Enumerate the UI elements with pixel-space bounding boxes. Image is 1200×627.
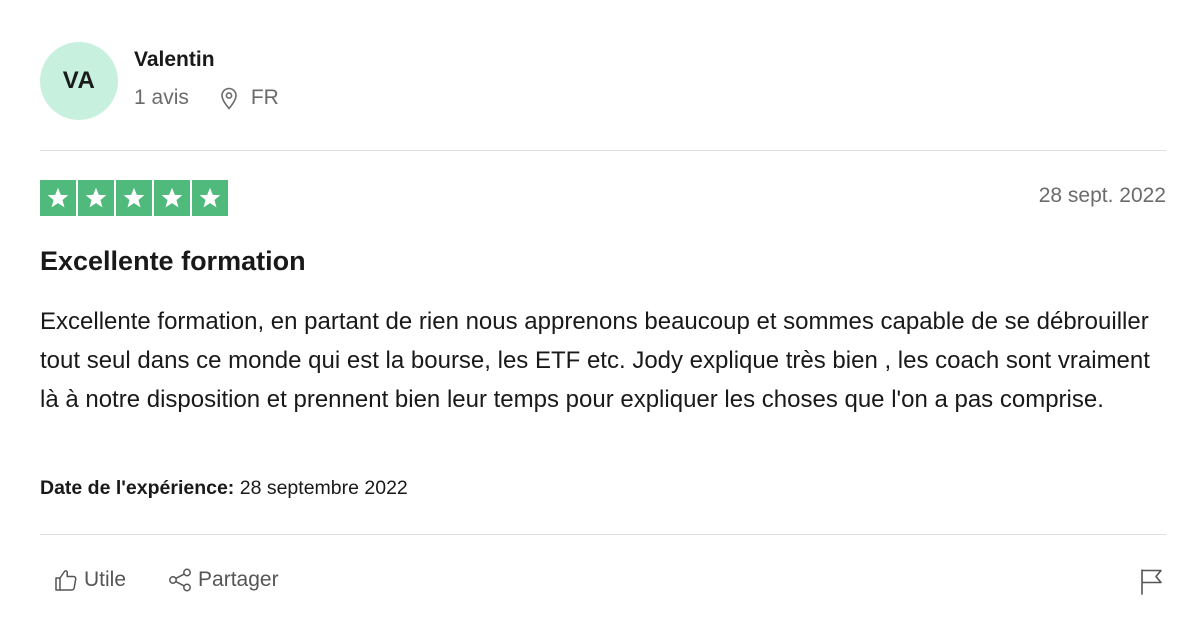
star-rating — [40, 180, 228, 216]
star-icon — [78, 180, 114, 216]
share-label: Partager — [198, 568, 279, 591]
thumbs-up-icon — [55, 570, 77, 591]
star-icon — [192, 180, 228, 216]
star-icon — [154, 180, 190, 216]
useful-label: Utile — [84, 568, 127, 591]
footer-divider — [40, 534, 1166, 535]
experience-date: Date de l'expérience: 28 septembre 2022 — [40, 477, 408, 500]
review-count: 1 avis — [134, 86, 189, 109]
avatar: VA — [40, 42, 118, 120]
useful-button[interactable]: Utile — [52, 566, 126, 594]
review-title[interactable]: Excellente formation — [40, 246, 306, 277]
star-icon — [116, 180, 152, 216]
share-icon — [169, 568, 191, 592]
reviewer-country: FR — [250, 86, 279, 109]
header-divider — [40, 150, 1166, 151]
review-body: Excellente formation, en partant de rien… — [40, 308, 1150, 413]
experience-date-label: Date de l'expérience: — [40, 477, 235, 499]
review-actions: Utile Partager — [52, 566, 279, 594]
avatar-initials: VA — [62, 67, 96, 94]
reviewer-meta: 1 avis FR — [134, 86, 279, 110]
review-date: 28 sept. 2022 — [1038, 184, 1166, 207]
flag-icon — [1141, 569, 1162, 595]
reviewer-name[interactable]: Valentin — [134, 48, 215, 72]
share-button[interactable]: Partager — [166, 566, 279, 594]
report-flag-button[interactable] — [1136, 566, 1166, 596]
location-pin-icon — [219, 86, 239, 110]
star-icon — [40, 180, 76, 216]
experience-date-value: 28 septembre 2022 — [239, 477, 408, 499]
